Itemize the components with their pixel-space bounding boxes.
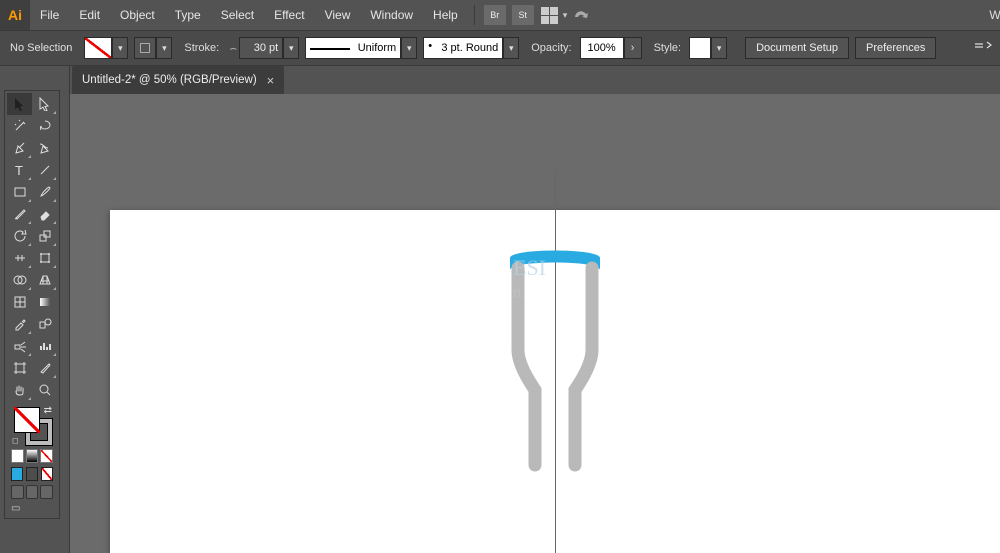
document-tab-bar: Untitled-2* @ 50% (RGB/Preview) × bbox=[0, 66, 1000, 94]
fill-box[interactable] bbox=[14, 407, 40, 433]
right-edge-label: W bbox=[990, 0, 1000, 30]
default-fill-stroke-icon[interactable]: ◻ bbox=[12, 436, 19, 445]
workspace[interactable]: ESI n. bbox=[70, 94, 1000, 553]
menu-window[interactable]: Window bbox=[360, 0, 423, 30]
graphic-style-swatch[interactable] bbox=[689, 37, 711, 59]
type-tool[interactable]: T bbox=[7, 159, 32, 181]
slice-tool[interactable] bbox=[32, 357, 57, 379]
swatch-1[interactable] bbox=[11, 467, 23, 481]
pen-tool[interactable] bbox=[7, 137, 32, 159]
zoom-tool[interactable] bbox=[32, 379, 57, 401]
arrange-docs-icon bbox=[541, 7, 558, 24]
draw-normal[interactable] bbox=[11, 485, 24, 499]
sync-settings-icon[interactable] bbox=[571, 7, 591, 23]
document-setup-button[interactable]: Document Setup bbox=[745, 37, 849, 59]
watermark-text-1: ESI bbox=[513, 255, 546, 281]
document-tab[interactable]: Untitled-2* @ 50% (RGB/Preview) × bbox=[72, 66, 284, 94]
app-logo: Ai bbox=[0, 0, 30, 30]
tools-panel: T bbox=[4, 90, 60, 519]
rectangle-tool[interactable] bbox=[7, 181, 32, 203]
style-dropdown[interactable]: ▾ bbox=[711, 37, 727, 59]
opacity-field[interactable]: 100% bbox=[580, 37, 624, 59]
swap-fill-stroke-icon[interactable]: ⇄ bbox=[44, 405, 52, 416]
menu-type[interactable]: Type bbox=[165, 0, 211, 30]
rotate-tool[interactable] bbox=[7, 225, 32, 247]
menu-object[interactable]: Object bbox=[110, 0, 165, 30]
fill-dropdown[interactable]: ▾ bbox=[112, 37, 128, 59]
eraser-tool[interactable] bbox=[32, 203, 57, 225]
free-transform-tool[interactable] bbox=[32, 247, 57, 269]
direct-selection-tool[interactable] bbox=[32, 93, 57, 115]
chevron-down-icon: ▾ bbox=[563, 10, 568, 21]
opacity-flyout[interactable]: › bbox=[624, 37, 642, 59]
stroke-link-icon[interactable]: ⌢ bbox=[227, 37, 239, 59]
style-label: Style: bbox=[654, 42, 682, 54]
swatch-2[interactable] bbox=[26, 467, 38, 481]
drawing-mode-row bbox=[7, 483, 57, 501]
stock-icon[interactable]: St bbox=[512, 5, 534, 25]
menu-effect[interactable]: Effect bbox=[264, 0, 314, 30]
brush-dropdown[interactable]: ▾ bbox=[503, 37, 519, 59]
color-mode-row bbox=[7, 447, 57, 465]
shaper-tool[interactable] bbox=[7, 203, 32, 225]
lasso-tool[interactable] bbox=[32, 115, 57, 137]
stroke-weight-field[interactable]: 30 pt bbox=[239, 37, 283, 59]
hand-tool[interactable] bbox=[7, 379, 32, 401]
draw-behind[interactable] bbox=[26, 485, 39, 499]
artboard-tool[interactable] bbox=[7, 357, 32, 379]
menu-file[interactable]: File bbox=[30, 0, 69, 30]
blend-tool[interactable] bbox=[32, 313, 57, 335]
scale-tool[interactable] bbox=[32, 225, 57, 247]
artwork-crutch[interactable] bbox=[480, 240, 630, 480]
line-segment-tool[interactable] bbox=[32, 159, 57, 181]
gradient-tool[interactable] bbox=[32, 291, 57, 313]
menu-view[interactable]: View bbox=[315, 0, 361, 30]
stroke-weight-dropdown[interactable]: ▾ bbox=[283, 37, 299, 59]
shape-builder-tool[interactable] bbox=[7, 269, 32, 291]
left-dock: T bbox=[0, 66, 70, 553]
control-panel-menu-icon[interactable] bbox=[974, 38, 992, 55]
workspace-switcher[interactable]: ▾ bbox=[541, 7, 568, 24]
color-mode-color[interactable] bbox=[11, 449, 24, 463]
color-mode-none[interactable] bbox=[40, 449, 53, 463]
paintbrush-tool[interactable] bbox=[32, 181, 57, 203]
selection-status: No Selection bbox=[10, 42, 72, 54]
symbol-sprayer-tool[interactable] bbox=[7, 335, 32, 357]
menu-divider bbox=[474, 5, 475, 25]
screen-mode-row[interactable]: ▭ bbox=[7, 501, 57, 516]
magic-wand-tool[interactable] bbox=[7, 115, 32, 137]
bridge-icon[interactable]: Br bbox=[484, 5, 506, 25]
preferences-button[interactable]: Preferences bbox=[855, 37, 936, 59]
menubar: Ai File Edit Object Type Select Effect V… bbox=[0, 0, 1000, 30]
opacity-label: Opacity: bbox=[531, 42, 571, 54]
selection-tool[interactable] bbox=[7, 93, 32, 115]
brush-definition[interactable]: 3 pt. Round bbox=[423, 37, 503, 59]
tab-close-icon[interactable]: × bbox=[267, 73, 275, 88]
menu-help[interactable]: Help bbox=[423, 0, 468, 30]
fill-stroke-indicator[interactable]: ⇄ ◻ bbox=[12, 405, 52, 445]
svg-text:T: T bbox=[15, 163, 23, 177]
mesh-tool[interactable] bbox=[7, 291, 32, 313]
menu-select[interactable]: Select bbox=[211, 0, 264, 30]
control-bar: No Selection ▾ ▾ Stroke: ⌢ 30 pt ▾ Unifo… bbox=[0, 30, 1000, 66]
screen-mode-icon: ▭ bbox=[11, 503, 20, 514]
document-tab-title: Untitled-2* @ 50% (RGB/Preview) bbox=[82, 74, 257, 86]
eyedropper-tool[interactable] bbox=[7, 313, 32, 335]
fill-swatch[interactable] bbox=[84, 37, 112, 59]
profile-dropdown[interactable]: ▾ bbox=[401, 37, 417, 59]
watermark-text-2: n. bbox=[513, 284, 525, 302]
recent-swatches bbox=[7, 465, 57, 483]
menu-edit[interactable]: Edit bbox=[69, 0, 110, 30]
color-mode-gradient[interactable] bbox=[26, 449, 39, 463]
stroke-swatch[interactable] bbox=[134, 37, 156, 59]
draw-inside[interactable] bbox=[40, 485, 53, 499]
width-tool[interactable] bbox=[7, 247, 32, 269]
column-graph-tool[interactable] bbox=[32, 335, 57, 357]
stroke-label: Stroke: bbox=[184, 42, 219, 54]
curvature-tool[interactable] bbox=[32, 137, 57, 159]
stroke-dropdown[interactable]: ▾ bbox=[156, 37, 172, 59]
perspective-grid-tool[interactable] bbox=[32, 269, 57, 291]
swatch-none[interactable] bbox=[41, 467, 53, 481]
variable-width-profile[interactable]: Uniform bbox=[305, 37, 401, 59]
